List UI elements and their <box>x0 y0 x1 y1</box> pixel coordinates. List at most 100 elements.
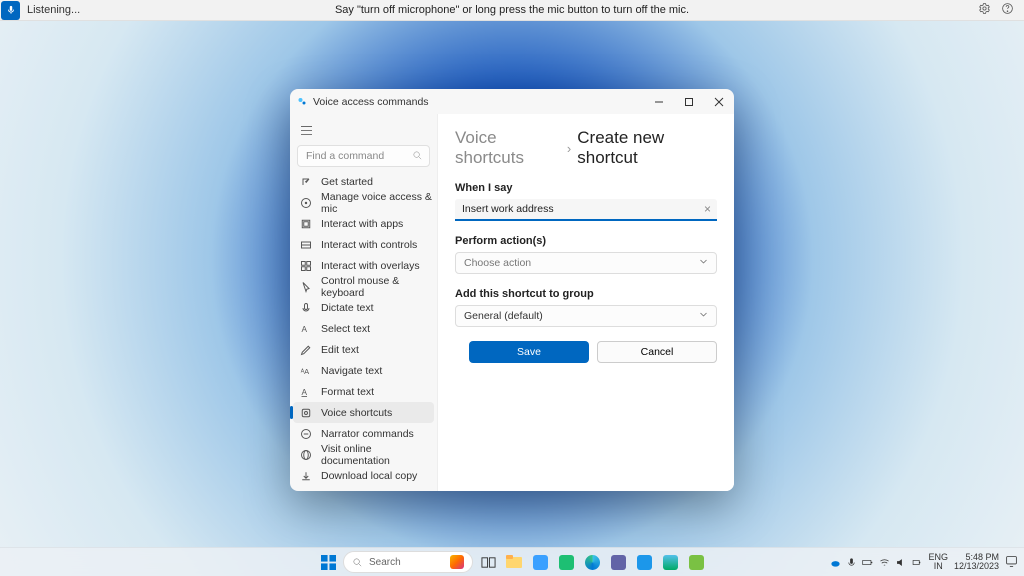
search-icon <box>412 150 423 161</box>
clock[interactable]: 5:48 PM 12/13/2023 <box>954 553 999 572</box>
sidebar-item-format-text[interactable]: A Format text <box>290 381 437 402</box>
app-icon-1[interactable] <box>529 551 551 573</box>
sidebar-item-label: Control mouse & keyboard <box>321 275 433 299</box>
sidebar-item-label: Get started <box>321 176 373 188</box>
sidebar-item-label: Dictate text <box>321 302 374 314</box>
language-indicator[interactable]: ENG IN <box>928 553 948 572</box>
sidebar-item-visit-online-documentation[interactable]: Visit online documentation <box>290 444 437 465</box>
system-tray[interactable] <box>830 557 873 568</box>
app-icon-4[interactable] <box>659 551 681 573</box>
sidebar-item-label: Interact with apps <box>321 218 403 230</box>
sidebar-item-label: Format text <box>321 386 374 398</box>
chevron-down-icon <box>699 310 708 322</box>
app-icon-3[interactable] <box>607 551 629 573</box>
sidebar-item-voice-shortcuts[interactable]: Voice shortcuts <box>293 402 434 423</box>
sidebar-icon <box>300 302 312 314</box>
search-input[interactable] <box>297 145 430 167</box>
content-pane: Voice shortcuts › Create new shortcut Wh… <box>437 114 734 491</box>
sidebar-item-select-text[interactable]: ASelect text <box>290 318 437 339</box>
start-button[interactable] <box>317 551 339 573</box>
explorer-icon[interactable] <box>503 551 525 573</box>
phrase-input[interactable] <box>455 199 717 221</box>
sidebar-item-interact-with-overlays[interactable]: Interact with overlays <box>290 255 437 276</box>
cancel-button[interactable]: Cancel <box>597 341 717 363</box>
sidebar-item-interact-with-controls[interactable]: Interact with controls <box>290 234 437 255</box>
sidebar-item-control-mouse-keyboard[interactable]: Control mouse & keyboard <box>290 276 437 297</box>
sidebar-icon <box>300 281 312 293</box>
taskbar: Search ENG IN 5:48 PM 12/13/202 <box>0 547 1024 576</box>
svg-text:ᴬA: ᴬA <box>300 367 309 376</box>
titlebar[interactable]: Voice access commands <box>290 89 734 114</box>
sidebar-item-label: Navigate text <box>321 365 382 377</box>
search-highlight-icon <box>450 555 464 569</box>
sidebar-item-label: Narrator commands <box>321 428 414 440</box>
sidebar-item-label: Interact with controls <box>321 239 417 251</box>
action-dropdown[interactable]: Choose action <box>455 252 717 274</box>
sidebar-item-label: Visit online documentation <box>321 443 433 467</box>
sidebar-item-get-started[interactable]: Get started <box>290 171 437 192</box>
app-icon-5[interactable] <box>685 551 707 573</box>
task-view-icon[interactable] <box>477 551 499 573</box>
minimize-button[interactable] <box>644 89 674 114</box>
svg-text:A: A <box>302 388 308 397</box>
battery-icon <box>862 557 873 568</box>
sidebar-item-edit-text[interactable]: Edit text <box>290 339 437 360</box>
store-icon[interactable] <box>633 551 655 573</box>
chevron-right-icon: › <box>567 141 571 156</box>
when-label: When I say <box>455 182 717 194</box>
network-tray[interactable] <box>879 557 922 568</box>
onedrive-icon <box>830 557 841 568</box>
sidebar-item-label: Download local copy <box>321 470 417 482</box>
chevron-down-icon <box>699 257 708 269</box>
sidebar-icon: A <box>300 386 312 398</box>
help-icon[interactable] <box>1001 2 1014 18</box>
sidebar-icon <box>300 407 312 419</box>
sidebar-icon: A <box>300 323 312 335</box>
sidebar-item-narrator-commands[interactable]: Narrator commands <box>290 423 437 444</box>
app-icon <box>296 95 308 107</box>
maximize-button[interactable] <box>674 89 704 114</box>
voice-status: Listening... <box>27 4 80 16</box>
window-title: Voice access commands <box>313 96 429 108</box>
power-icon <box>911 557 922 568</box>
sidebar-icon <box>300 344 312 356</box>
wifi-icon <box>879 557 890 568</box>
sidebar-item-dictate-text[interactable]: Dictate text <box>290 297 437 318</box>
breadcrumb: Voice shortcuts › Create new shortcut <box>455 128 717 168</box>
clear-icon[interactable]: × <box>704 202 711 216</box>
perform-label: Perform action(s) <box>455 235 717 247</box>
sidebar-icon <box>300 218 312 230</box>
crumb-parent[interactable]: Voice shortcuts <box>455 128 561 168</box>
sidebar-item-label: Voice shortcuts <box>321 407 392 419</box>
sidebar-icon <box>300 470 312 482</box>
group-dropdown[interactable]: General (default) <box>455 305 717 327</box>
sidebar-item-label: Edit text <box>321 344 359 356</box>
sidebar-icon: ᴬA <box>300 365 312 377</box>
sidebar-item-interact-with-apps[interactable]: Interact with apps <box>290 213 437 234</box>
sidebar-icon <box>300 239 312 251</box>
sidebar-icon <box>300 449 312 461</box>
app-icon-2[interactable] <box>555 551 577 573</box>
edge-icon[interactable] <box>581 551 603 573</box>
close-button[interactable] <box>704 89 734 114</box>
sidebar-icon <box>300 260 312 272</box>
menu-icon[interactable] <box>292 118 320 142</box>
voice-access-bar: Listening... Say "turn off microphone" o… <box>0 0 1024 21</box>
mic-tray-icon <box>846 557 857 568</box>
taskbar-search[interactable]: Search <box>343 551 473 573</box>
voice-hint: Say "turn off microphone" or long press … <box>335 4 689 16</box>
sidebar: Get started Manage voice access & mic Inte… <box>290 114 437 491</box>
crumb-current: Create new shortcut <box>577 128 717 168</box>
save-button[interactable]: Save <box>469 341 589 363</box>
svg-text:A: A <box>302 325 308 334</box>
settings-icon[interactable] <box>978 2 991 18</box>
sidebar-item-download-local-copy[interactable]: Download local copy <box>290 465 437 486</box>
mic-button[interactable] <box>1 1 20 20</box>
sidebar-item-manage-voice-access-mic[interactable]: Manage voice access & mic <box>290 192 437 213</box>
sidebar-item-navigate-text[interactable]: ᴬA Navigate text <box>290 360 437 381</box>
notifications-icon[interactable] <box>1005 555 1018 570</box>
sidebar-icon <box>300 428 312 440</box>
sidebar-icon <box>300 176 312 188</box>
sidebar-icon <box>300 197 312 209</box>
voice-commands-window: Voice access commands Get started Manage … <box>290 89 734 491</box>
